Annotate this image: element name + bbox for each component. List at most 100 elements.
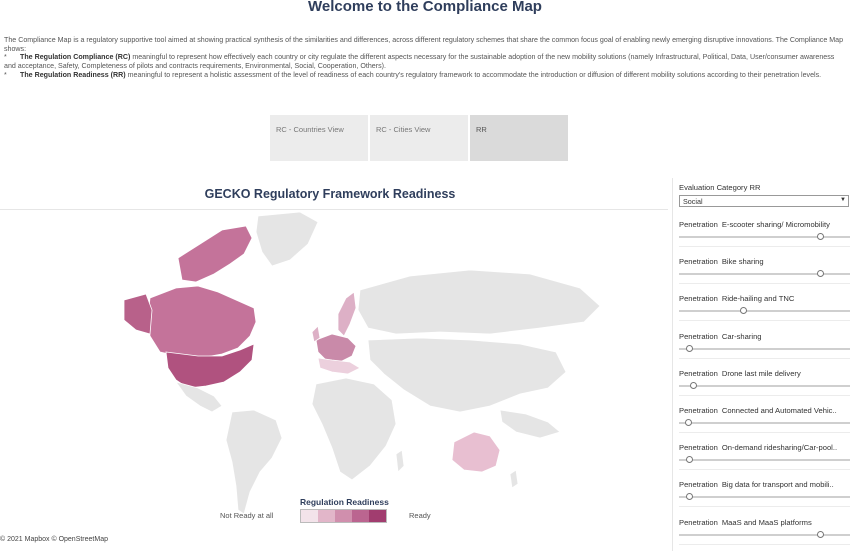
tab-rr[interactable]: RR: [470, 115, 568, 161]
penetration-prefix: Penetration: [679, 480, 718, 490]
penetration-slider-label: Penetration Ride-hailing and TNC: [679, 294, 850, 303]
slider-thumb[interactable]: [686, 344, 694, 352]
tab-rc-cities-view[interactable]: RC - Cities View: [370, 115, 468, 161]
region-madagascar[interactable]: [395, 449, 405, 473]
intro-bullet: * The Regulation Compliance (RC) meaningf…: [4, 53, 846, 70]
evaluation-category-value: Social: [683, 197, 703, 206]
legend-high-label: Ready: [409, 511, 431, 520]
penetration-prefix: Penetration: [679, 406, 718, 415]
penetration-prefix: Penetration: [679, 257, 718, 267]
region-asia[interactable]: [367, 337, 567, 413]
page-title: Welcome to the Compliance Map: [308, 0, 542, 15]
map-legend: Regulation Readiness Not Ready at all Re…: [220, 497, 440, 527]
slider-track[interactable]: [679, 236, 850, 238]
penetration-slider-label: Penetration MaaS and MaaS platforms: [679, 518, 850, 527]
slider-thumb[interactable]: [684, 419, 692, 426]
slider-divider: [679, 543, 850, 545]
penetration-slider-row: Penetration Drone last mile delivery: [679, 369, 850, 399]
bullet-marker: *: [4, 53, 7, 62]
region-alaska[interactable]: [123, 293, 153, 335]
slider-divider: [679, 357, 850, 359]
region-africa[interactable]: [311, 377, 397, 481]
slider-track[interactable]: [679, 384, 850, 387]
penetration-prefix: Penetration: [679, 443, 718, 453]
slider-divider: [679, 469, 850, 471]
penetration-mode-name: Ride-hailing and TNC: [721, 294, 795, 304]
penetration-mode-name: Drone last mile delivery: [721, 368, 801, 378]
penetration-slider-label: Penetration Big data for transport and mo…: [679, 480, 850, 489]
penetration-mode-name: Bike sharing: [721, 257, 764, 267]
slider-track[interactable]: [679, 459, 850, 462]
slider-track[interactable]: [679, 422, 850, 424]
legend-swatch: [352, 510, 369, 522]
penetration-slider-label: Penetration E-scooter sharing/ Micromobil…: [679, 220, 850, 229]
region-scandinavia[interactable]: [337, 291, 357, 337]
chevron-down-icon: ▼: [840, 197, 846, 203]
evaluation-category-label: Evaluation Category RR: [679, 183, 761, 192]
region-russia[interactable]: [357, 269, 601, 335]
legend-swatch: [369, 510, 386, 522]
slider-track[interactable]: [679, 273, 850, 276]
region-canada[interactable]: [147, 285, 257, 359]
slider-divider: [679, 432, 850, 433]
penetration-mode-name: Car-sharing: [721, 331, 762, 341]
tab-rc-countries-view[interactable]: RC - Countries View: [270, 115, 368, 161]
map-title: GECKO Regulatory Framework Readiness: [204, 187, 456, 201]
region-southeast-asia[interactable]: [499, 409, 561, 439]
legend-swatch: [335, 510, 352, 522]
bullet-bold: The Regulation Compliance (RC): [20, 53, 131, 62]
slider-divider: [679, 320, 850, 322]
penetration-slider-label: Penetration Bike sharing: [679, 257, 850, 266]
region-southern-europe[interactable]: [317, 357, 361, 375]
penetration-prefix: Penetration: [679, 517, 718, 527]
slider-divider: [679, 283, 850, 285]
penetration-mode-name: MaaS and MaaS platforms: [721, 517, 812, 527]
slider-track[interactable]: [679, 347, 850, 350]
penetration-slider-row: Penetration Big data for transport and mo…: [679, 480, 850, 510]
map-attribution[interactable]: © 2021 Mapbox © OpenStreetMap: [0, 536, 108, 543]
slider-track[interactable]: [679, 310, 850, 313]
penetration-slider-label: Penetration Drone last mile delivery: [679, 369, 850, 378]
slider-track[interactable]: [679, 533, 850, 536]
slider-thumb[interactable]: [817, 530, 825, 538]
legend-swatch: [301, 510, 318, 522]
region-canada-arctic[interactable]: [177, 225, 253, 283]
penetration-slider-row: Penetration Car-sharing: [679, 332, 850, 362]
penetration-slider-row: Penetration Connected and Automated Vehic…: [679, 406, 850, 436]
region-australia[interactable]: [451, 431, 501, 473]
penetration-mode-name: On-demand ridesharing/Car-pool..: [721, 443, 838, 453]
slider-thumb[interactable]: [817, 270, 825, 278]
slider-divider: [679, 394, 850, 396]
penetration-mode-name: Connected and Automated Vehic..: [721, 406, 837, 415]
bullet-marker: *: [4, 70, 7, 79]
region-new-zealand[interactable]: [509, 469, 519, 489]
slider-thumb[interactable]: [686, 493, 694, 501]
penetration-slider-label: Penetration Connected and Automated Vehic…: [679, 406, 850, 415]
slider-track[interactable]: [679, 496, 850, 499]
penetration-prefix: Penetration: [679, 368, 718, 378]
slider-thumb[interactable]: [817, 233, 825, 240]
view-tabs: RC - Countries View RC - Cities View RR: [270, 115, 568, 161]
legend-low-label: Not Ready at all: [220, 511, 274, 520]
penetration-slider-row: Penetration Bike sharing: [679, 257, 850, 287]
legend-title: Regulation Readiness: [300, 497, 389, 507]
penetration-slider-label: Penetration On-demand ridesharing/Car-poo…: [679, 443, 850, 452]
slider-thumb[interactable]: [686, 456, 694, 464]
legend-color-scale: [300, 509, 387, 523]
penetration-slider-row: Penetration On-demand ridesharing/Car-poo…: [679, 443, 850, 473]
slider-thumb[interactable]: [739, 307, 747, 315]
penetration-mode-name: Big data for transport and mobili..: [721, 480, 834, 490]
bullet-bold: The Regulation Readiness (RR): [20, 70, 126, 79]
penetration-prefix: Penetration: [679, 331, 718, 341]
slider-thumb[interactable]: [689, 381, 697, 389]
penetration-slider-row: Penetration Ride-hailing and TNC: [679, 294, 850, 324]
filter-panel: Evaluation Category RR Social ▼ Penetrat…: [672, 178, 850, 551]
evaluation-category-select[interactable]: Social ▼: [679, 195, 849, 207]
region-greenland[interactable]: [255, 211, 319, 267]
slider-divider: [679, 506, 850, 508]
penetration-slider-label: Penetration Car-sharing: [679, 332, 850, 341]
region-western-europe[interactable]: [315, 333, 357, 363]
penetration-mode-name: E-scooter sharing/ Micromobility: [721, 220, 830, 229]
penetration-slider-row: Penetration E-scooter sharing/ Micromobil…: [679, 220, 850, 250]
intro-paragraph: The Compliance Map is a regulatory suppo…: [4, 36, 844, 53]
